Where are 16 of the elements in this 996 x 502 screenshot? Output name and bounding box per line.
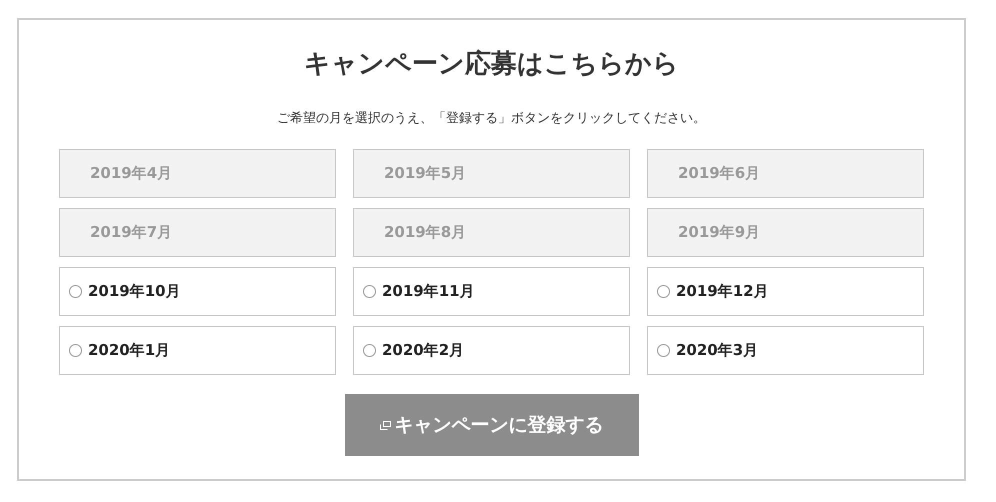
month-option[interactable]: 2019年12月 (647, 267, 924, 316)
form-title: キャンペーン応募はこちらから (304, 48, 679, 81)
radio-button[interactable] (363, 344, 376, 357)
month-option[interactable]: 2020年1月 (59, 326, 336, 375)
month-option[interactable]: 2020年2月 (353, 326, 630, 375)
submit-button[interactable]: キャンペーンに登録する (344, 394, 638, 456)
month-option[interactable]: 2019年10月 (59, 267, 336, 316)
month-option[interactable]: 2019年11月 (353, 267, 630, 316)
window-icon (380, 420, 390, 430)
radio-button[interactable] (657, 344, 670, 357)
radio-button[interactable] (69, 285, 82, 298)
radio-button[interactable] (69, 344, 82, 357)
radio-button[interactable] (657, 285, 670, 298)
instruction-text: ご希望の月を選択のうえ、「登録する」ボタンをクリックしてください。 (277, 110, 706, 128)
radio-button[interactable] (363, 285, 376, 298)
month-option[interactable]: 2020年3月 (647, 326, 924, 375)
